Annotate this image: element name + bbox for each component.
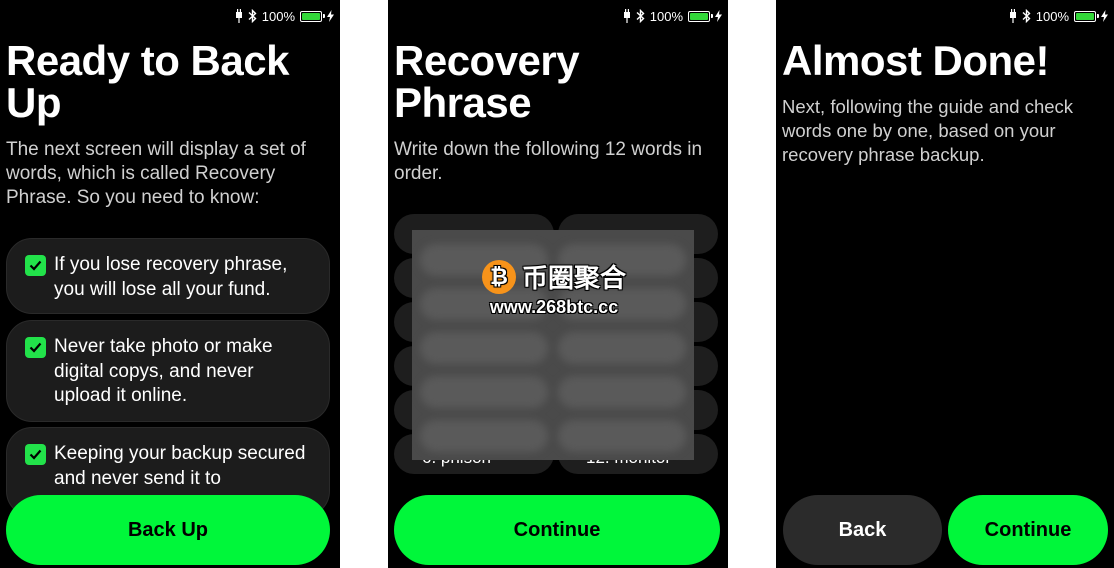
page-title: Recovery Phrase — [394, 37, 580, 126]
checkbox-checked-icon — [25, 337, 46, 358]
watermark-name: 币圈聚合 — [522, 263, 627, 293]
battery-percent: 100% — [1035, 8, 1069, 24]
info-card-text: Never take photo or make digital copys, … — [54, 336, 273, 406]
charging-bolt-icon — [715, 10, 722, 22]
page-description: The next screen will display a set of wo… — [6, 139, 306, 208]
screen-almost-done: 100% Almost Done! Next, following the gu… — [776, 0, 1114, 568]
status-bar: 100% — [1009, 6, 1108, 26]
screen-recovery-phrase: 100% Recovery Phrase Write down the foll… — [388, 0, 728, 568]
charging-plug-icon — [623, 9, 631, 23]
checkbox-checked-icon — [25, 255, 46, 276]
bluetooth-icon — [248, 9, 257, 23]
back-up-button[interactable]: Back Up — [6, 495, 330, 565]
page-description: Write down the following 12 words in ord… — [394, 139, 703, 184]
battery-percent: 100% — [649, 8, 683, 24]
battery-percent: 100% — [261, 8, 295, 24]
battery-icon — [1074, 10, 1099, 22]
page-title: Almost Done! — [782, 37, 1050, 84]
charging-plug-icon — [235, 9, 243, 23]
info-card-text: If you lose recovery phrase, you will lo… — [54, 254, 288, 300]
status-bar: 100% — [623, 6, 722, 26]
checkbox-checked-icon — [25, 444, 46, 465]
bluetooth-icon — [636, 9, 645, 23]
battery-icon — [300, 10, 325, 22]
continue-button[interactable]: Continue — [394, 495, 720, 565]
page-description: Next, following the guide and check word… — [782, 96, 1074, 165]
charging-bolt-icon — [1101, 10, 1108, 22]
bitcoin-icon: ₿ — [482, 259, 516, 294]
info-card: Never take photo or make digital copys, … — [6, 320, 330, 422]
continue-button[interactable]: Continue — [948, 495, 1108, 565]
bluetooth-icon — [1022, 9, 1031, 23]
page-title: Ready to Back Up — [6, 37, 289, 126]
info-card: If you lose recovery phrase, you will lo… — [6, 238, 330, 314]
battery-icon — [688, 10, 713, 22]
screen-ready-to-back-up: 100% Ready to Back Up The next screen wi… — [0, 0, 340, 568]
status-bar: 100% — [235, 6, 334, 26]
back-button[interactable]: Back — [783, 495, 942, 565]
watermark-url: www.268btc.cc — [489, 297, 619, 317]
charging-bolt-icon — [327, 10, 334, 22]
info-card-text: Keeping your backup secured and never se… — [54, 443, 306, 489]
watermark: ₿ 币圈聚合 www.268btc.cc — [482, 258, 626, 318]
charging-plug-icon — [1009, 9, 1017, 23]
